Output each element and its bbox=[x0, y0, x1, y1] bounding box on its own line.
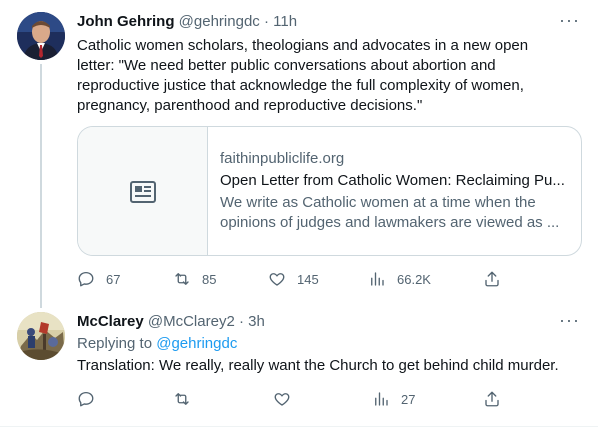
like-button[interactable]: 145 bbox=[268, 269, 319, 289]
retweet-icon bbox=[175, 393, 189, 405]
like-count: 145 bbox=[297, 271, 319, 287]
link-card-domain: faithinpubliclife.org bbox=[220, 150, 345, 167]
like-button[interactable] bbox=[273, 389, 291, 409]
separator-dot: · bbox=[238, 313, 244, 330]
tweet-text-line: letter: "We need better public conversat… bbox=[77, 57, 496, 74]
avatar[interactable] bbox=[17, 12, 65, 60]
link-card-thumbnail bbox=[78, 127, 208, 255]
like-icon bbox=[269, 273, 285, 286]
views-count: 27 bbox=[401, 391, 416, 407]
author-name[interactable]: John Gehring bbox=[77, 13, 175, 30]
share-button[interactable] bbox=[483, 269, 501, 289]
tweet-actions: 27 bbox=[77, 389, 507, 409]
tweet-time[interactable]: 3h bbox=[248, 313, 265, 330]
link-card[interactable]: faithinpubliclife.org Open Letter from C… bbox=[77, 126, 582, 256]
views-count: 66.2K bbox=[397, 271, 431, 287]
views-button[interactable]: 66.2K bbox=[368, 269, 431, 289]
tweet-text: Translation: We really, really want the … bbox=[77, 357, 559, 374]
share-button[interactable] bbox=[483, 389, 501, 409]
retweet-count: 85 bbox=[202, 271, 217, 287]
tweet-actions: 67 85 145 66.2K bbox=[77, 269, 507, 289]
tweet-text-line: pregnancy, parenthood and reproductive d… bbox=[77, 97, 423, 114]
avatar-image bbox=[17, 312, 65, 360]
author-name[interactable]: McClarey bbox=[77, 313, 144, 330]
views-icon bbox=[375, 392, 388, 406]
reply-count: 67 bbox=[106, 271, 121, 287]
link-card-text: faithinpubliclife.org Open Letter from C… bbox=[220, 149, 570, 237]
reply-icon bbox=[78, 271, 94, 287]
tweet-time[interactable]: 11h bbox=[273, 13, 297, 30]
author-handle[interactable]: @McClarey2 bbox=[148, 313, 235, 330]
retweet-icon bbox=[175, 273, 189, 285]
tweet-text: Catholic women scholars, theologians and… bbox=[77, 36, 582, 116]
tweet-text-line: Catholic women scholars, theologians and… bbox=[77, 37, 529, 54]
tweet-text-line: reproductive justice that acknowledge th… bbox=[77, 77, 524, 94]
reply-icon bbox=[78, 391, 94, 407]
share-icon bbox=[485, 391, 499, 407]
link-card-title: Open Letter from Catholic Women: Reclaim… bbox=[220, 172, 565, 189]
retweet-button[interactable]: 85 bbox=[173, 269, 216, 289]
link-card-description: We write as Catholic women at a time whe… bbox=[220, 194, 560, 231]
replying-to-label: Replying to bbox=[77, 335, 153, 352]
article-icon bbox=[130, 181, 156, 203]
separator-dot: · bbox=[263, 13, 269, 30]
thread-connector-line bbox=[40, 64, 42, 308]
more-icon[interactable]: ··· bbox=[559, 10, 580, 31]
author-handle[interactable]: @gehringdc bbox=[179, 13, 260, 30]
reply-button[interactable] bbox=[77, 389, 95, 409]
views-button[interactable]: 27 bbox=[372, 389, 415, 409]
share-icon bbox=[485, 271, 499, 287]
replying-to-handle[interactable]: @gehringdc bbox=[156, 335, 237, 352]
like-icon bbox=[274, 393, 290, 406]
avatar-image bbox=[17, 12, 65, 60]
reply-button[interactable]: 67 bbox=[77, 269, 120, 289]
retweet-button[interactable] bbox=[173, 389, 191, 409]
replying-to: Replying to @gehringdc bbox=[77, 334, 237, 354]
avatar[interactable] bbox=[17, 312, 65, 360]
views-icon bbox=[371, 272, 384, 286]
tweet-header: John Gehring @gehringdc · 11h bbox=[77, 12, 297, 32]
tweet-header: McClarey @McClarey2 · 3h bbox=[77, 312, 265, 332]
more-icon[interactable]: ··· bbox=[559, 310, 580, 331]
